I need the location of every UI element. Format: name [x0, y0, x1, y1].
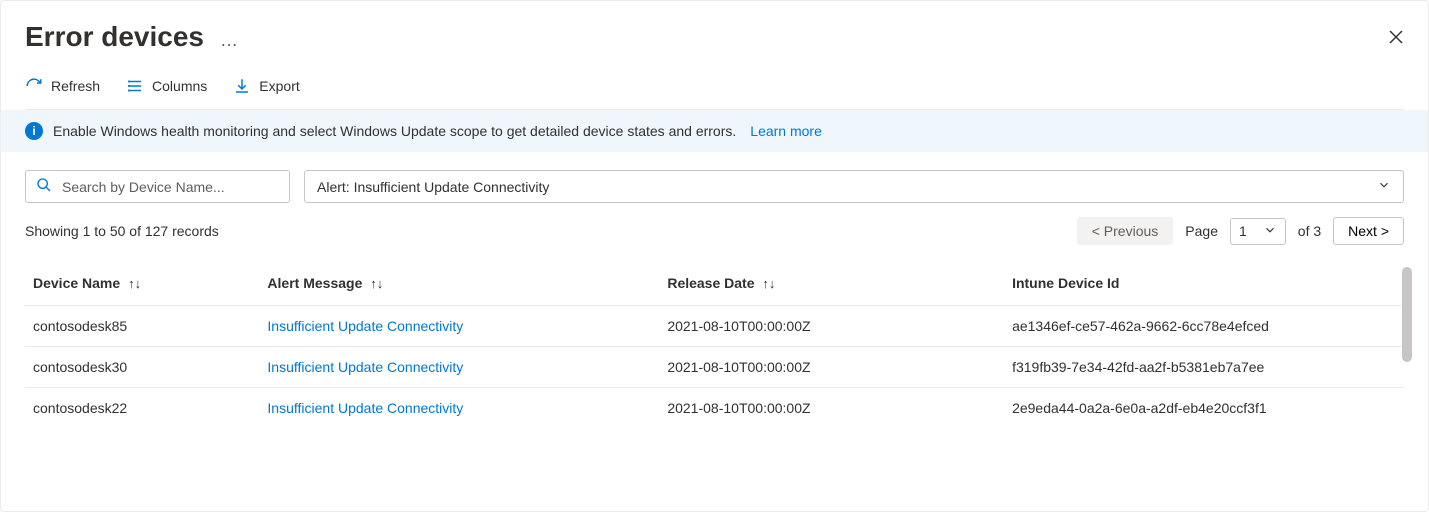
cell-device-name: contosodesk22	[25, 388, 259, 429]
records-summary: Showing 1 to 50 of 127 records	[25, 223, 219, 239]
columns-icon	[126, 77, 144, 95]
info-message: Enable Windows health monitoring and sel…	[53, 123, 736, 139]
cell-device-name: contosodesk30	[25, 347, 259, 388]
search-icon	[36, 177, 52, 196]
table-row[interactable]: contosodesk85 Insufficient Update Connect…	[25, 306, 1404, 347]
overflow-menu-icon[interactable]: …	[220, 30, 239, 51]
search-input-wrapper[interactable]	[25, 170, 290, 203]
export-label: Export	[259, 78, 299, 94]
scrollbar-thumb[interactable]	[1402, 267, 1412, 362]
cell-release-date: 2021-08-10T00:00:00Z	[659, 347, 1004, 388]
col-release-date[interactable]: Release Date ↑↓	[659, 263, 1004, 306]
alert-message-link[interactable]: Insufficient Update Connectivity	[267, 318, 463, 334]
alert-filter-dropdown[interactable]: Alert: Insufficient Update Connectivity	[304, 170, 1404, 203]
next-button[interactable]: Next >	[1333, 217, 1404, 245]
of-label: of 3	[1298, 223, 1321, 239]
devices-table: Device Name ↑↓ Alert Message ↑↓ Release …	[25, 263, 1404, 428]
cell-alert-message: Insufficient Update Connectivity	[259, 347, 659, 388]
sort-icon: ↑↓	[762, 276, 775, 291]
page-title: Error devices	[25, 21, 204, 53]
refresh-label: Refresh	[51, 78, 100, 94]
chevron-down-icon	[1377, 178, 1391, 195]
cell-intune-id: ae1346ef-ce57-462a-9662-6cc78e4efced	[1004, 306, 1404, 347]
alert-message-link[interactable]: Insufficient Update Connectivity	[267, 400, 463, 416]
cell-release-date: 2021-08-10T00:00:00Z	[659, 306, 1004, 347]
cell-intune-id: f319fb39-7e34-42fd-aa2f-b5381eb7a7ee	[1004, 347, 1404, 388]
refresh-icon	[25, 77, 43, 95]
cell-release-date: 2021-08-10T00:00:00Z	[659, 388, 1004, 429]
columns-button[interactable]: Columns	[126, 77, 207, 95]
table-header-row: Device Name ↑↓ Alert Message ↑↓ Release …	[25, 263, 1404, 306]
page-select[interactable]: 1	[1230, 218, 1286, 245]
cell-intune-id: 2e9eda44-0a2a-6e0a-a2df-eb4e20ccf3f1	[1004, 388, 1404, 429]
cell-alert-message: Insufficient Update Connectivity	[259, 388, 659, 429]
col-device-name[interactable]: Device Name ↑↓	[25, 263, 259, 306]
page-header: Error devices …	[25, 21, 1404, 53]
info-icon: i	[25, 122, 43, 140]
refresh-button[interactable]: Refresh	[25, 77, 100, 95]
sort-icon: ↑↓	[128, 276, 141, 291]
command-bar: Refresh Columns Export	[25, 77, 1404, 110]
records-row: Showing 1 to 50 of 127 records < Previou…	[25, 217, 1404, 245]
col-intune-id[interactable]: Intune Device Id	[1004, 263, 1404, 306]
chevron-down-icon	[1263, 223, 1277, 240]
prev-button[interactable]: < Previous	[1077, 217, 1174, 245]
pager: < Previous Page 1 of 3 Next >	[1077, 217, 1404, 245]
table-wrap: Device Name ↑↓ Alert Message ↑↓ Release …	[25, 263, 1404, 428]
close-button[interactable]	[1388, 29, 1404, 45]
filter-row: Alert: Insufficient Update Connectivity	[25, 170, 1404, 203]
export-button[interactable]: Export	[233, 77, 299, 95]
page-label: Page	[1185, 223, 1218, 239]
sort-icon: ↑↓	[370, 276, 383, 291]
page-value: 1	[1239, 223, 1247, 239]
vertical-scrollbar[interactable]	[1402, 263, 1412, 428]
table-row[interactable]: contosodesk30 Insufficient Update Connect…	[25, 347, 1404, 388]
cell-alert-message: Insufficient Update Connectivity	[259, 306, 659, 347]
columns-label: Columns	[152, 78, 207, 94]
cell-device-name: contosodesk85	[25, 306, 259, 347]
alert-filter-value: Alert: Insufficient Update Connectivity	[317, 179, 549, 195]
info-bar: i Enable Windows health monitoring and s…	[1, 110, 1428, 152]
alert-message-link[interactable]: Insufficient Update Connectivity	[267, 359, 463, 375]
search-input[interactable]	[60, 178, 279, 196]
table-row[interactable]: contosodesk22 Insufficient Update Connect…	[25, 388, 1404, 429]
download-icon	[233, 77, 251, 95]
learn-more-link[interactable]: Learn more	[750, 123, 822, 139]
col-alert-message[interactable]: Alert Message ↑↓	[259, 263, 659, 306]
